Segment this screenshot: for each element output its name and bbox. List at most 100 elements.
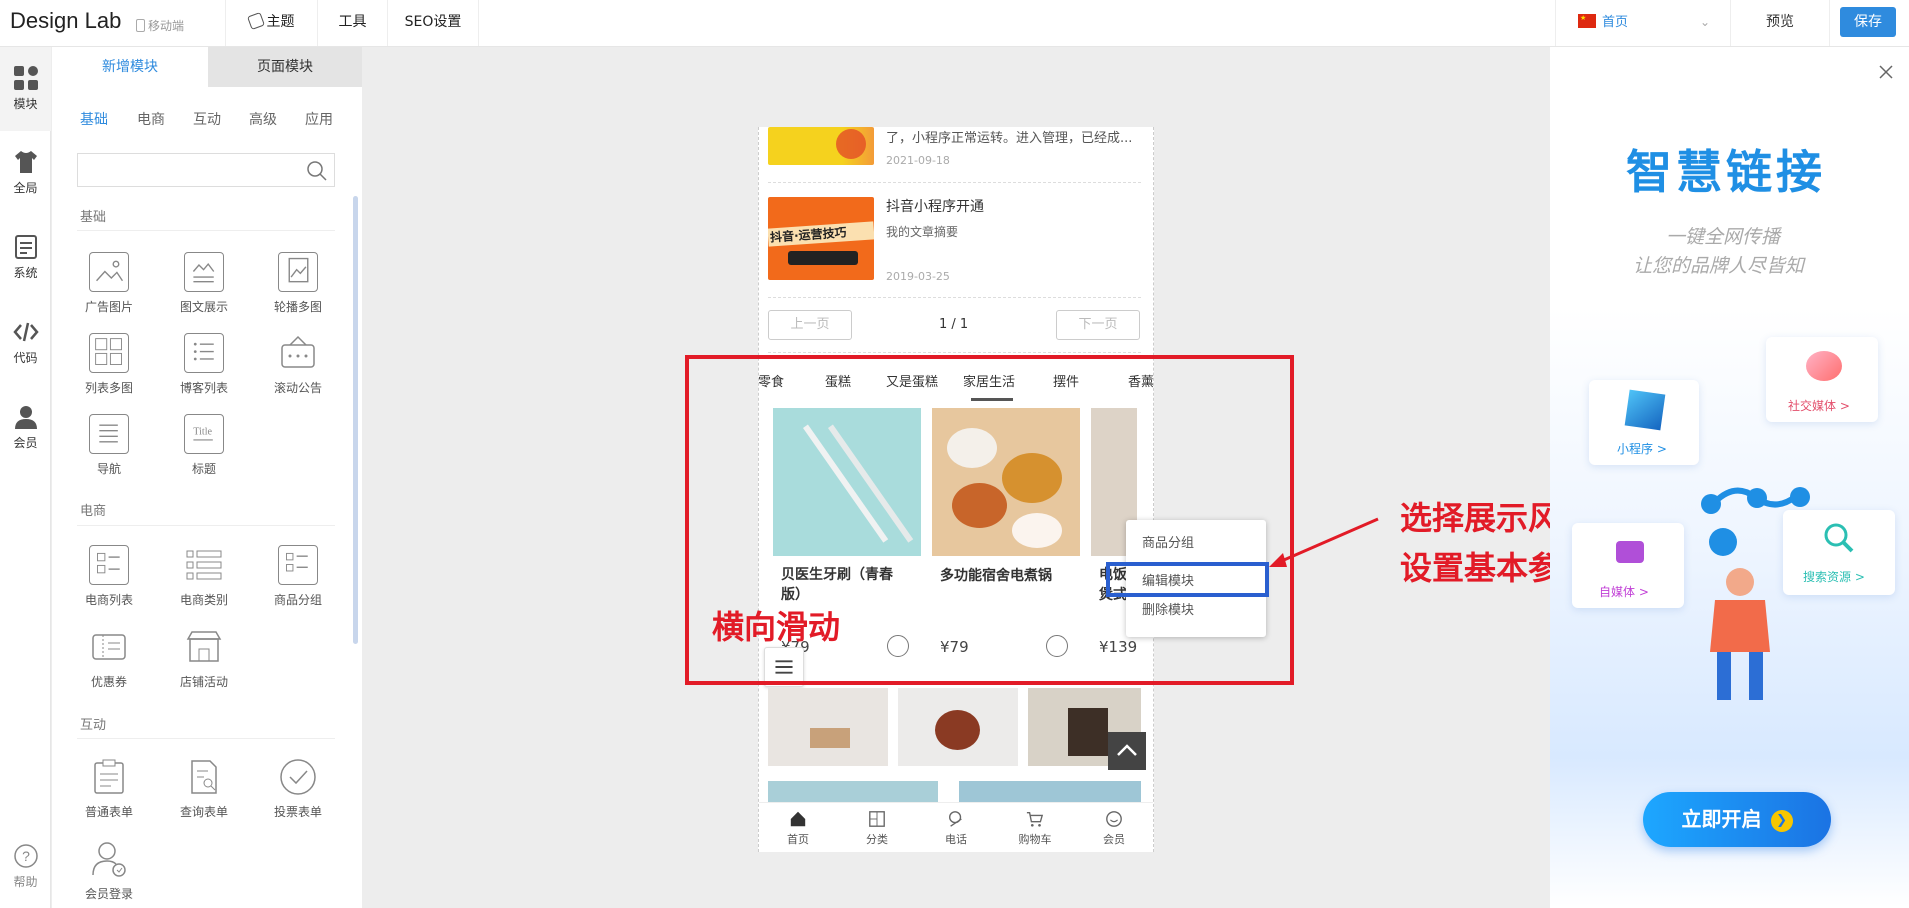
module-carousel[interactable]: 轮播多图 [258, 252, 338, 315]
video-camera-icon [1616, 541, 1644, 563]
module-label: 标题 [191, 462, 216, 476]
help-button[interactable]: ? 帮助 [0, 843, 51, 890]
bottom-nav-cart[interactable]: 购物车 [1005, 810, 1065, 847]
menu-theme[interactable]: 主题 [225, 0, 317, 46]
section-basic-title: 基础 [80, 210, 107, 225]
save-button[interactable]: 保存 [1840, 7, 1896, 37]
module-label: 轮播多图 [273, 300, 322, 314]
bottom-nav-home[interactable]: 首页 [768, 810, 828, 847]
module-label: 图文展示 [179, 300, 228, 314]
module-form[interactable]: 普通表单 [69, 757, 149, 820]
grid-icon [13, 66, 38, 90]
module-label: 会员登录 [84, 887, 133, 901]
module-label: 列表多图 [84, 381, 133, 395]
product-group-icon [278, 545, 318, 585]
navigation-icon [89, 414, 129, 454]
gallery-image[interactable] [898, 688, 1018, 766]
query-form-icon [184, 757, 224, 797]
article-thumbnail[interactable] [768, 127, 874, 165]
code-icon [12, 322, 39, 342]
module-vote-form[interactable]: 投票表单 [258, 757, 338, 820]
checkmark-icon [278, 757, 318, 797]
article-title[interactable]: 抖音小程序开通 [886, 196, 984, 216]
carousel-icon [278, 252, 318, 292]
module-image-text[interactable]: 图文展示 [164, 252, 244, 315]
nav-item-global[interactable]: 全局 [0, 149, 51, 196]
module-blog-list[interactable]: 博客列表 [164, 333, 244, 396]
module-navigation[interactable]: 导航 [69, 414, 149, 477]
menu-seo[interactable]: SEO设置 [387, 0, 479, 46]
module-label: 电商类别 [179, 593, 228, 607]
module-label: 优惠券 [90, 675, 127, 689]
next-page-button[interactable]: 下一页 [1056, 310, 1140, 340]
section-ecommerce-title: 电商 [80, 504, 107, 519]
module-label: 商品分组 [273, 593, 322, 607]
context-menu-delete-module[interactable]: 删除模块 [1142, 599, 1194, 618]
module-product-group[interactable]: 商品分组 [258, 545, 338, 608]
bottom-nav-phone[interactable]: 电话 [926, 810, 986, 847]
nav-modules-label: 模块 [13, 97, 38, 111]
promo-card-label: 社交媒体 > [1788, 399, 1850, 413]
china-flag-icon: ★ [1578, 14, 1596, 28]
close-icon[interactable] [1878, 64, 1894, 80]
divider [77, 738, 335, 739]
mobile-toggle[interactable]: 移动端 [136, 17, 184, 34]
module-search-input[interactable] [77, 153, 335, 187]
module-member-login[interactable]: 会员登录 [69, 839, 149, 902]
nav-item-system[interactable]: 系统 [0, 234, 51, 281]
category-advanced[interactable]: 高级 [249, 109, 277, 129]
promo-card-social[interactable]: 社交媒体 > [1766, 337, 1878, 422]
tab-page-module[interactable]: 页面模块 [208, 47, 362, 87]
article-snippet: 了，小程序正常运转。进入管理，已经成... [886, 131, 1133, 146]
back-to-top-button[interactable] [1108, 732, 1146, 770]
module-query-form[interactable]: 查询表单 [164, 757, 244, 820]
promo-card-label: 自媒体 > [1599, 585, 1649, 599]
promo-line2: 让您的品牌人尽皆知 [1633, 255, 1805, 277]
page-select-value: 首页 [1602, 15, 1629, 30]
module-coupon[interactable]: 优惠券 [69, 627, 149, 690]
menu-tools[interactable]: 工具 [317, 0, 387, 46]
module-scroll-notice[interactable]: 滚动公告 [258, 333, 338, 396]
tab-new-module[interactable]: 新增模块 [52, 47, 208, 87]
module-label: 博客列表 [179, 381, 228, 395]
module-label: 导航 [96, 462, 121, 476]
module-list-images[interactable]: 列表多图 [69, 333, 149, 396]
list-icon [184, 333, 224, 373]
context-menu-product-group[interactable]: 商品分组 [1142, 532, 1194, 551]
category-interactive[interactable]: 互动 [193, 109, 221, 129]
article-summary: 我的文章摘要 [886, 225, 959, 239]
cube-icon [1624, 389, 1666, 431]
module-ad-image[interactable]: 广告图片 [69, 252, 149, 315]
divider [768, 297, 1141, 298]
menu-tools-label: 工具 [338, 14, 367, 30]
module-label: 广告图片 [84, 300, 133, 314]
category-basic[interactable]: 基础 [80, 109, 108, 129]
store-icon [184, 627, 224, 667]
search-icon[interactable] [306, 160, 328, 182]
module-store-activity[interactable]: 店铺活动 [164, 627, 244, 690]
prev-page-button[interactable]: 上一页 [768, 310, 852, 340]
preview-button[interactable]: 预览 [1730, 0, 1830, 46]
nav-item-modules[interactable]: 模块 [0, 65, 51, 112]
bottom-nav-member[interactable]: 会员 [1084, 810, 1144, 847]
start-now-button[interactable]: 立即开启 ❯ [1643, 792, 1831, 847]
page-select[interactable]: ★ 首页 ⌄ [1555, 0, 1730, 46]
nav-member-label: 会员 [13, 436, 38, 450]
bottom-nav-category[interactable]: 分类 [847, 810, 907, 847]
module-ecom-category[interactable]: 电商类别 [164, 545, 244, 608]
nav-item-member[interactable]: 会员 [0, 404, 51, 451]
nav-system-label: 系统 [13, 266, 38, 280]
module-title[interactable]: Title 标题 [164, 414, 244, 477]
title-icon: Title [184, 414, 224, 454]
gallery-image[interactable] [768, 688, 888, 766]
nav-item-code[interactable]: 代码 [0, 319, 51, 366]
article-thumbnail[interactable]: 抖音·运营技巧 [768, 197, 874, 280]
social-bubbles-icon [1806, 351, 1842, 381]
panel-scrollbar[interactable] [353, 196, 358, 644]
divider [768, 182, 1141, 183]
annotation-horizontal-scroll: 横向滑动 [712, 608, 841, 646]
category-ecommerce[interactable]: 电商 [137, 109, 165, 129]
category-apps[interactable]: 应用 [305, 109, 333, 129]
module-ecom-list[interactable]: 电商列表 [69, 545, 149, 608]
bottom-nav-label: 分类 [866, 833, 888, 846]
